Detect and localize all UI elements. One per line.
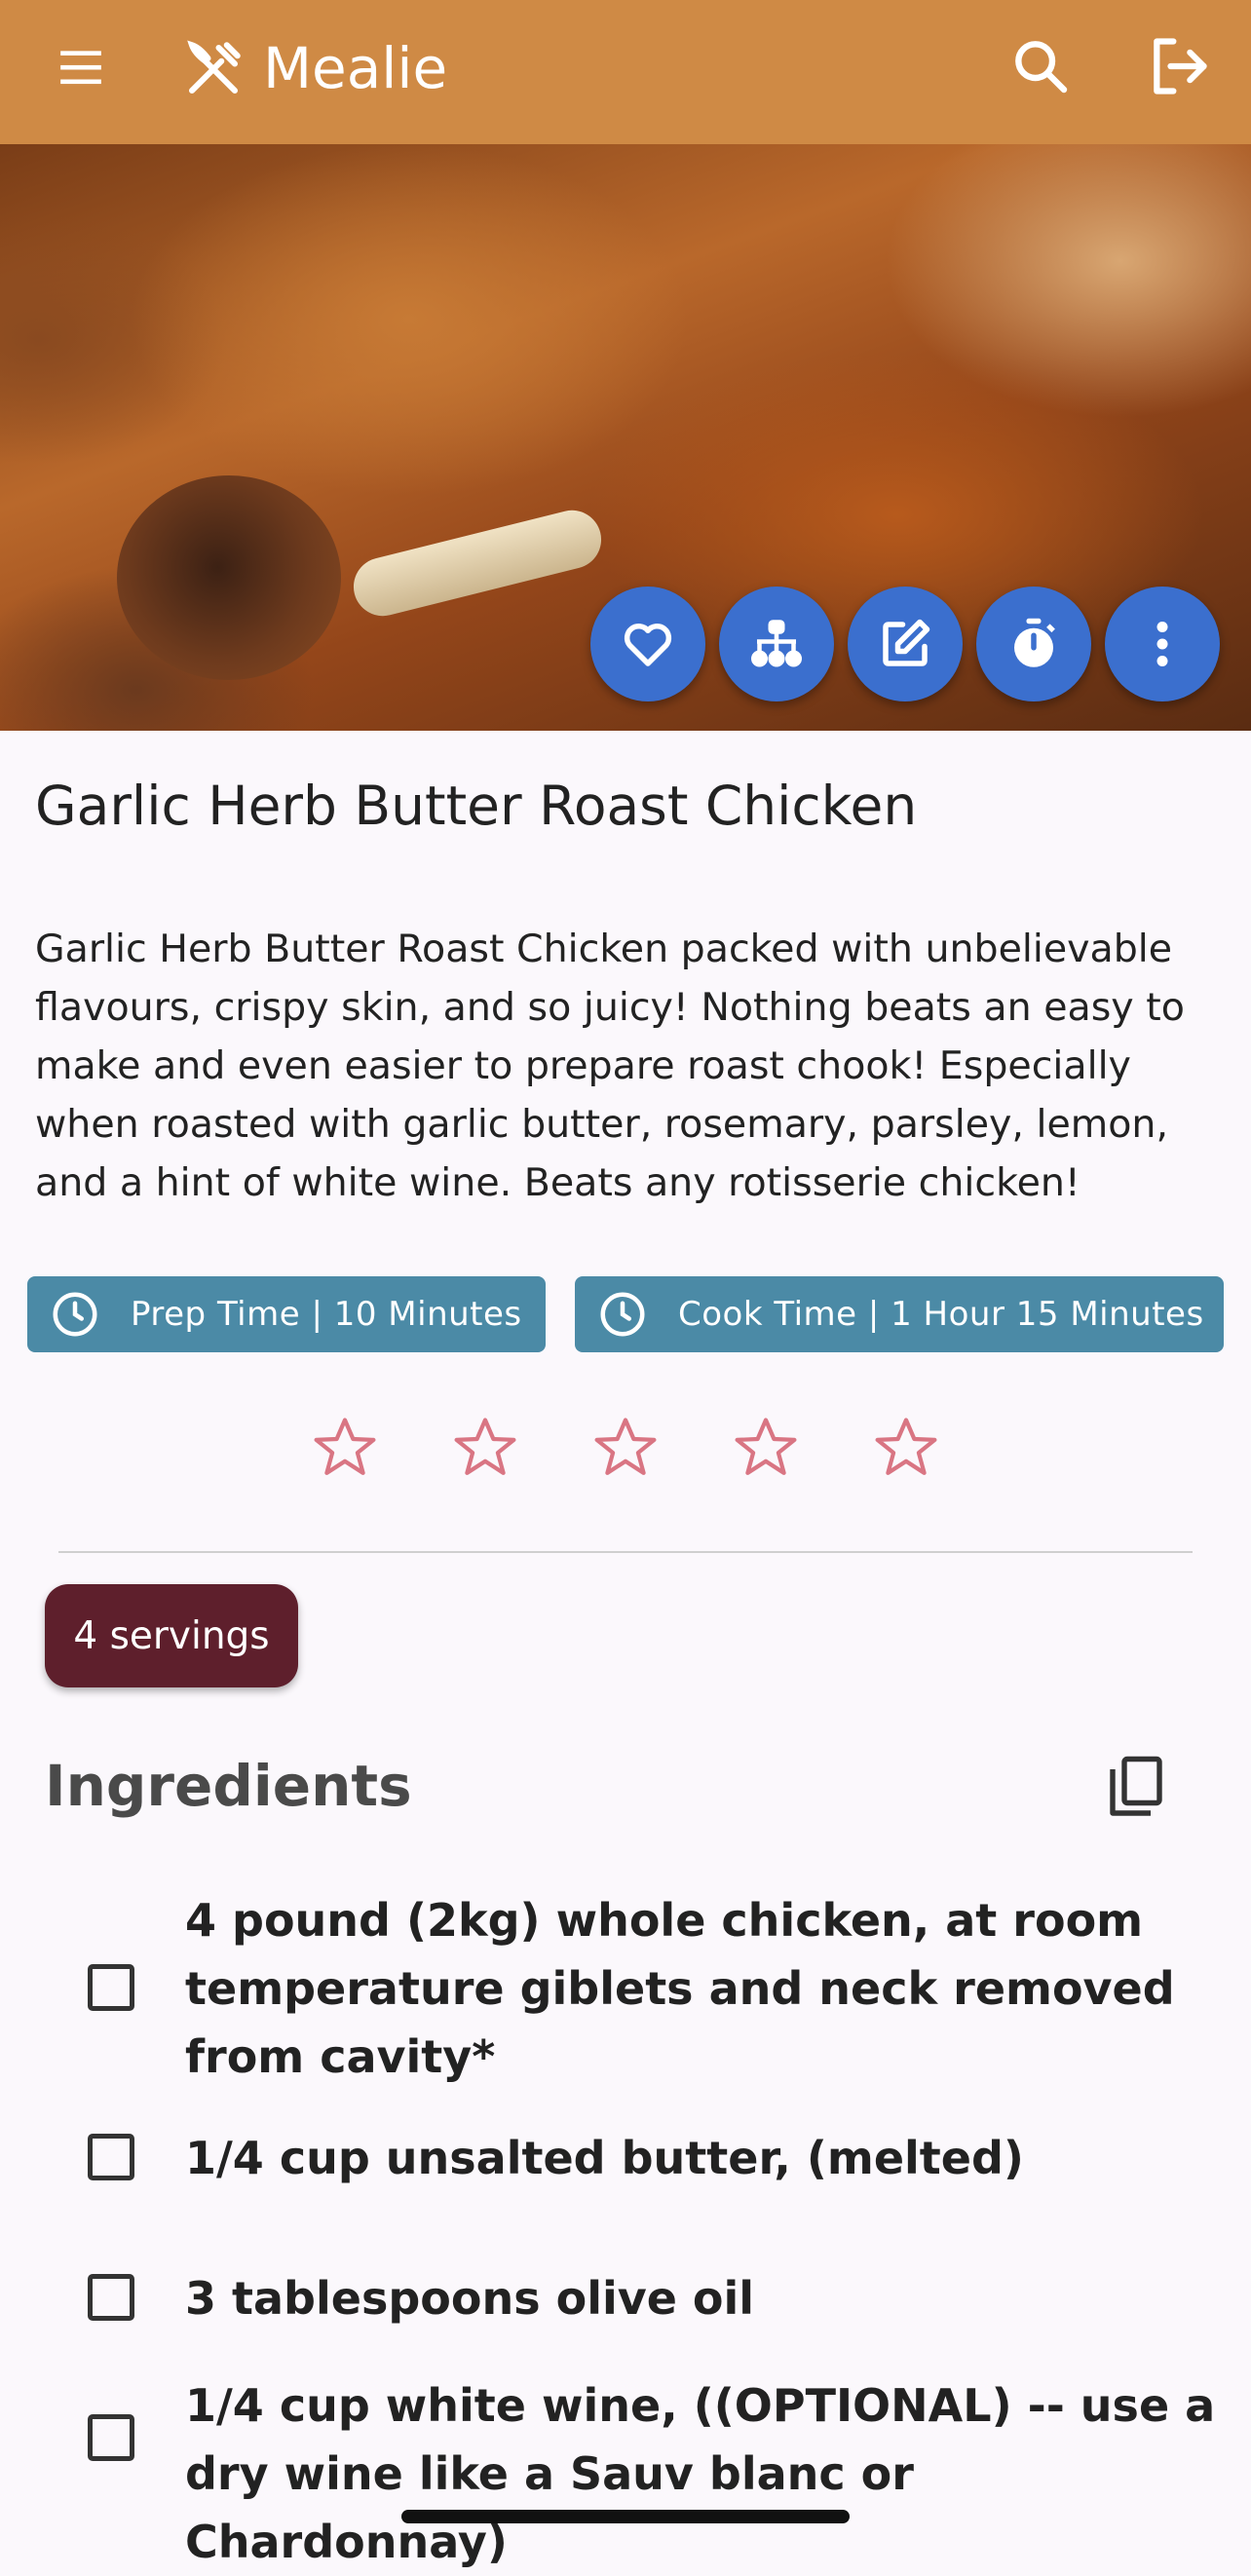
ingredient-checkbox[interactable]: [88, 2414, 134, 2461]
ingredient-checkbox[interactable]: [88, 2274, 134, 2321]
app-title[interactable]: Mealie: [263, 29, 447, 107]
heart-icon: [624, 624, 672, 666]
recipe-tree-button[interactable]: [719, 587, 834, 701]
star-icon[interactable]: [871, 1413, 941, 1483]
chicken-leg-image-detail: [117, 475, 341, 680]
ingredient-text: 1/4 cup white wine, ((OPTIONAL) -- use a…: [185, 2379, 1216, 2568]
logout-icon[interactable]: [1146, 33, 1212, 99]
favorite-button[interactable]: [590, 587, 705, 701]
divider: [58, 1551, 1193, 1553]
star-icon[interactable]: [590, 1413, 661, 1483]
recipe-description: Garlic Herb Butter Roast Chicken packed …: [35, 927, 1185, 1205]
cook-time-chip: Cook Time | 1 Hour 15 Minutes: [575, 1276, 1224, 1352]
home-indicator: [401, 2510, 850, 2523]
pencil-icon: [883, 619, 930, 666]
ingredient-text: 4 pound (2kg) whole chicken, at room tem…: [185, 1894, 1175, 2083]
timer-icon: [1014, 618, 1055, 667]
clock-icon: [53, 1292, 97, 1337]
prep-time-label: Prep Time | 10 Minutes: [131, 1295, 522, 1334]
copy-icon[interactable]: [1101, 1752, 1171, 1822]
timer-button[interactable]: [976, 587, 1091, 701]
more-options-button[interactable]: [1105, 587, 1220, 701]
ingredients-heading: Ingredients: [45, 1753, 412, 1819]
rating-stars: [0, 1413, 1251, 1491]
star-icon[interactable]: [731, 1413, 801, 1483]
clock-icon: [600, 1292, 645, 1337]
ingredient-checkbox[interactable]: [88, 1964, 134, 2011]
ingredient-text: 1/4 cup unsalted butter, (melted): [185, 2132, 1024, 2184]
dots-vertical-icon: [1156, 622, 1168, 666]
recipe-title: Garlic Herb Butter Roast Chicken: [35, 775, 918, 837]
search-icon[interactable]: [1009, 35, 1072, 97]
prep-time-chip: Prep Time | 10 Minutes: [27, 1276, 546, 1352]
fork-knife-icon[interactable]: [181, 37, 246, 101]
menu-icon[interactable]: [51, 43, 111, 92]
ingredient-text: 3 tablespoons olive oil: [185, 2272, 755, 2325]
cook-time-label: Cook Time | 1 Hour 15 Minutes: [678, 1295, 1204, 1334]
star-icon[interactable]: [310, 1413, 380, 1483]
app-bar: Mealie: [0, 0, 1251, 144]
sitemap-icon: [751, 620, 802, 667]
chicken-bone-image-detail: [347, 504, 608, 623]
edit-button[interactable]: [848, 587, 963, 701]
servings-button[interactable]: 4 servings: [45, 1584, 298, 1687]
ingredient-checkbox[interactable]: [88, 2134, 134, 2180]
star-icon[interactable]: [450, 1413, 520, 1483]
